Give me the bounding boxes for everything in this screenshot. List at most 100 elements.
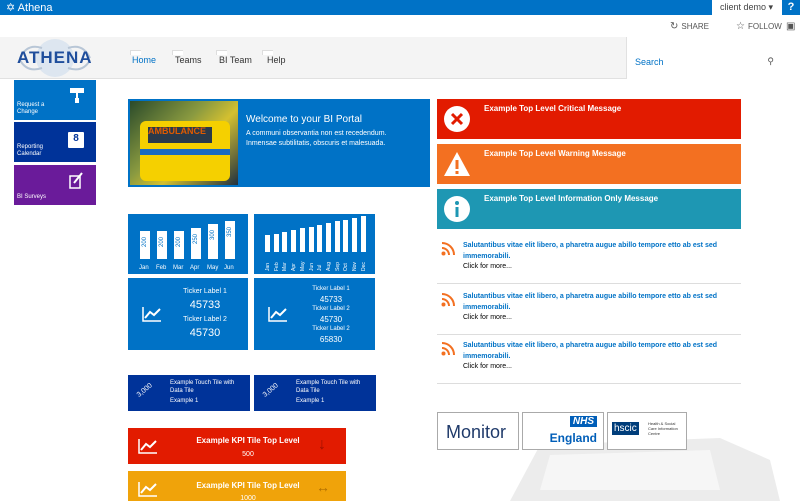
axis-label: Mar (173, 265, 184, 271)
axis-label: Jul (317, 264, 324, 271)
warning-icon (444, 152, 470, 176)
axis-label: Jun (308, 262, 315, 271)
share-button[interactable]: ↻ SHARE (670, 21, 709, 32)
focus-button[interactable]: ▣ (786, 21, 795, 32)
kpi-tile-2[interactable]: Example KPI Tile Top Level 1000 ↔ (128, 471, 346, 502)
chart-bar (352, 217, 357, 252)
nav-bi-team[interactable]: BI Team (219, 55, 252, 65)
axis-label: Feb (156, 265, 167, 271)
line-chart-icon (268, 307, 287, 322)
axis-label: Jan (139, 265, 149, 271)
bar-value-label: 250 (193, 233, 199, 244)
touch-tile-1[interactable]: 3,000 Example Touch Tile with Data Tile … (128, 375, 250, 411)
nav-help[interactable]: Help (267, 55, 286, 65)
axis-label: Nov (352, 262, 358, 271)
rss-icon (441, 242, 455, 256)
chart-bar: 300 (208, 224, 218, 259)
news-item-3[interactable]: Salutantibus vitae elit libero, a pharet… (437, 336, 741, 384)
ambulance-image: AMBULANCE (130, 101, 238, 185)
chart-bar (273, 233, 279, 252)
chart-bar (282, 231, 288, 252)
axis-label: Jan (265, 262, 271, 271)
line-chart-icon (142, 307, 161, 322)
nhs-england-logo[interactable]: NHS England (522, 412, 604, 450)
news-item-1[interactable]: Salutantibus vitae elit libero, a pharet… (437, 236, 741, 284)
yearly-chart-tile[interactable]: Jan Feb Mar Apr May Jun Jul Aug Sep Oct Nov Dec (254, 214, 375, 274)
ribbon: ↻ SHARE ☆ FOLLOW ▣ (0, 15, 800, 37)
ticker-tile-2[interactable]: Ticker Label 1 45733 Ticker Label 2 4573… (254, 278, 375, 350)
line-chart-icon (138, 439, 157, 454)
axis-label: Aug (325, 262, 332, 271)
rss-icon (441, 342, 455, 356)
axis-label: Mar (282, 262, 289, 271)
kpi-tile-1[interactable]: Example KPI Tile Top Level 500 ↓ (128, 428, 346, 464)
axis-label: Apr (291, 263, 298, 271)
info-message[interactable]: Example Top Level Information Only Messa… (437, 189, 741, 229)
bar-value-label: 200 (142, 237, 148, 248)
app-title[interactable]: ✡ Athena (6, 1, 53, 14)
critical-message[interactable]: Example Top Level Critical Message (437, 99, 741, 139)
suite-bar: ✡ Athena client demo ▾ ? (0, 0, 800, 15)
axis-label: Dec (360, 262, 367, 271)
chart-bar: 200 (174, 231, 184, 259)
chart-bar (291, 230, 297, 252)
star-icon: ☆ (736, 21, 745, 32)
touch-badge: 3,000 (261, 382, 280, 399)
welcome-text: A communi observantia non est recedendum… (246, 130, 387, 147)
line-chart-icon (138, 482, 157, 497)
search-icon[interactable]: ⚲ (767, 56, 774, 67)
follow-button[interactable]: ☆ FOLLOW (736, 21, 782, 32)
site-logo[interactable]: ATHENA (12, 38, 98, 78)
axis-label: Jun (224, 265, 234, 271)
axis-label: Feb (273, 262, 280, 271)
chart-bar: 350 (225, 221, 235, 259)
search-input[interactable]: Search (635, 57, 664, 67)
user-menu[interactable]: client demo ▾ (712, 0, 782, 15)
hscic-logo[interactable]: hscic Health & Social Care Information C… (607, 412, 687, 450)
click-for-more-link[interactable]: Click for more... (463, 263, 512, 270)
bar-value-label: 200 (176, 237, 182, 248)
news-item-2[interactable]: Salutantibus vitae elit libero, a pharet… (437, 287, 741, 335)
chart-bar (360, 216, 366, 252)
chart-bar (317, 224, 323, 252)
bar-value-label: 350 (227, 227, 233, 238)
reporting-calendar-tile[interactable]: 8 Reporting Calendar (14, 122, 96, 162)
touch-tile-2[interactable]: 3,000 Example Touch Tile with Data Tile … (254, 375, 376, 411)
share-icon: ↻ (670, 21, 679, 32)
monthly-chart-tile[interactable]: 200 Jan 200 Feb 200 Mar 250 Apr 300 May 350 Jun (128, 214, 248, 274)
chart-bar: 250 (191, 227, 201, 259)
nav-teams[interactable]: Teams (175, 55, 202, 65)
chart-bar: 200 (157, 231, 167, 259)
axis-label: Oct (343, 263, 350, 271)
user-name: client demo ▾ (720, 2, 774, 12)
chart-bar (334, 221, 340, 252)
search-box[interactable]: Search ⚲ (626, 37, 800, 79)
bi-surveys-tile[interactable]: BI Surveys (14, 165, 96, 205)
paint-roller-icon (70, 88, 84, 103)
help-button[interactable]: ? (782, 0, 800, 15)
ticker-tile-1[interactable]: Ticker Label 1 45733 Ticker Label 2 4573… (128, 278, 248, 350)
welcome-title: Welcome to your BI Portal (246, 114, 362, 125)
click-for-more-link[interactable]: Click for more... (463, 314, 512, 321)
bar-value-label: 200 (159, 237, 165, 248)
arrow-down-icon: ↓ (318, 436, 326, 453)
touch-badge: 3,000 (135, 382, 154, 399)
axis-label: May (299, 261, 306, 271)
info-icon (444, 196, 470, 222)
axis-label: Apr (190, 265, 200, 271)
focus-icon: ▣ (786, 21, 796, 32)
chart-bar (265, 235, 270, 252)
monitor-logo[interactable]: Monitor (437, 412, 519, 450)
request-change-tile[interactable]: Request a Change (14, 80, 96, 120)
bar-value-label: 300 (210, 230, 216, 241)
rss-icon (441, 293, 455, 307)
chart-bar (325, 223, 331, 252)
chart-bar: 200 (140, 231, 150, 259)
nav-home[interactable]: Home (132, 55, 156, 65)
arrow-horizontal-icon: ↔ (316, 479, 330, 495)
chart-bar (308, 226, 314, 252)
warning-message[interactable]: Example Top Level Warning Message (437, 144, 741, 184)
chart-bar (343, 219, 349, 252)
edit-form-icon (69, 172, 83, 189)
click-for-more-link[interactable]: Click for more... (463, 363, 512, 370)
